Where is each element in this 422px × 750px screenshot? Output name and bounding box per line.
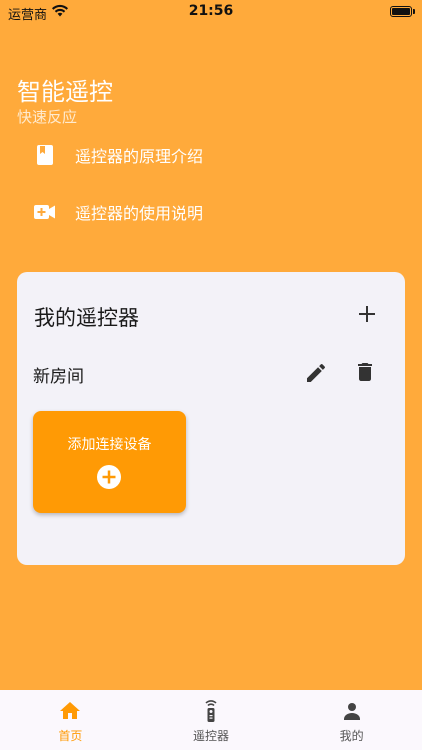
book-icon	[34, 144, 56, 166]
remote-icon	[205, 700, 217, 722]
nav-tab-home[interactable]: 首页	[0, 690, 141, 750]
page-title: 智能遥控	[17, 78, 113, 106]
plus-circle-icon	[97, 465, 121, 489]
nav-label: 首页	[58, 729, 83, 743]
nav-label: 我的	[339, 729, 364, 743]
add-device-tile[interactable]: 添加连接设备	[33, 411, 186, 513]
add-device-label: 添加连接设备	[67, 437, 152, 453]
edit-room-button[interactable]	[304, 361, 328, 385]
link-remote-instructions[interactable]: 遥控器的使用说明	[34, 197, 203, 227]
nav-tab-remote[interactable]: 遥控器	[141, 690, 282, 750]
nav-label: 遥控器	[193, 729, 230, 743]
video-add-icon	[34, 201, 56, 223]
link-label: 遥控器的使用说明	[75, 204, 204, 223]
home-icon	[60, 702, 81, 719]
bottom-nav: 首页 遥控器 我的	[0, 690, 422, 750]
person-icon	[343, 703, 360, 720]
link-remote-principle[interactable]: 遥控器的原理介绍	[34, 140, 203, 170]
status-time: 21:56	[188, 3, 234, 19]
nav-tab-mine[interactable]: 我的	[281, 690, 422, 750]
add-remote-button[interactable]	[355, 302, 379, 326]
card-title: 我的遥控器	[34, 306, 139, 330]
room-name: 新房间	[33, 367, 84, 387]
page-subtitle: 快速反应	[17, 108, 78, 126]
delete-room-button[interactable]	[353, 360, 377, 384]
link-label: 遥控器的原理介绍	[75, 147, 204, 166]
my-remotes-card: 我的遥控器 新房间 添加连接设备	[17, 272, 405, 565]
status-bar: 运营商 21:56	[0, 0, 422, 24]
battery-icon	[390, 6, 415, 17]
